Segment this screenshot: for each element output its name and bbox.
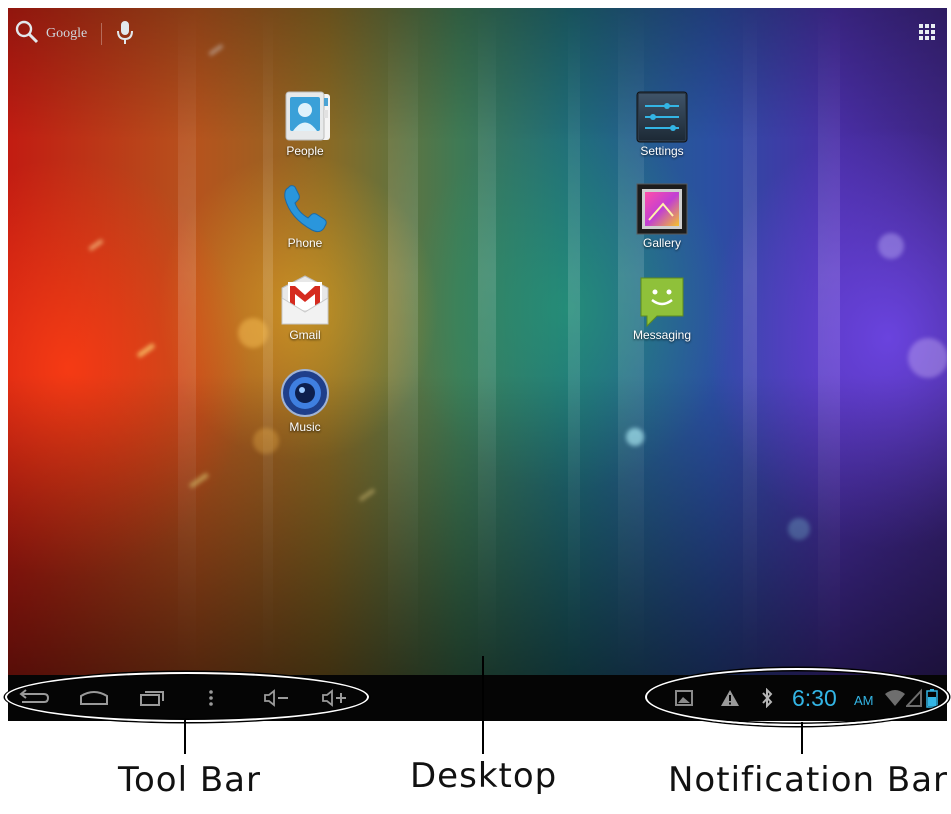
gallery-picture-icon: [633, 180, 691, 238]
microphone-icon[interactable]: [116, 19, 134, 50]
search-label[interactable]: Google: [46, 26, 87, 42]
search-divider: [101, 23, 103, 45]
app-gmail[interactable]: Gmail: [260, 272, 350, 342]
music-speaker-icon: [276, 364, 334, 422]
app-settings[interactable]: Settings: [617, 88, 707, 158]
desktop-screen[interactable]: [8, 8, 947, 675]
phone-icon: [276, 180, 334, 238]
app-phone[interactable]: Phone: [260, 180, 350, 250]
app-label: Music: [289, 420, 321, 434]
app-gallery[interactable]: Gallery: [617, 180, 707, 250]
app-people[interactable]: People: [260, 88, 350, 158]
app-label: Gmail: [289, 328, 321, 342]
app-label: People: [286, 144, 324, 158]
all-apps-icon[interactable]: [919, 24, 935, 40]
app-label: Phone: [287, 236, 323, 250]
toolbar-highlight-oval: [5, 672, 369, 722]
notification-bar-highlight-oval: [645, 668, 949, 726]
people-icon: [276, 88, 334, 146]
settings-sliders-icon: [633, 88, 691, 146]
desktop-callout-line: [482, 656, 484, 754]
google-search-bar[interactable]: Google: [14, 14, 134, 54]
search-icon[interactable]: [14, 19, 40, 50]
app-label: Gallery: [642, 236, 681, 250]
notification-callout-line: [801, 722, 803, 754]
gmail-icon: [276, 272, 334, 330]
app-label: Settings: [640, 144, 684, 158]
messaging-smiley-icon: [633, 272, 691, 330]
app-music[interactable]: Music: [260, 364, 350, 434]
toolbar-annotation-label: Tool Bar: [118, 760, 261, 800]
notification-annotation-label: Notification Bar: [668, 760, 949, 800]
app-label: Messaging: [632, 328, 692, 342]
desktop-annotation-label: Desktop: [410, 756, 558, 796]
toolbar-callout-line: [184, 720, 186, 754]
app-messaging[interactable]: Messaging: [617, 272, 707, 342]
